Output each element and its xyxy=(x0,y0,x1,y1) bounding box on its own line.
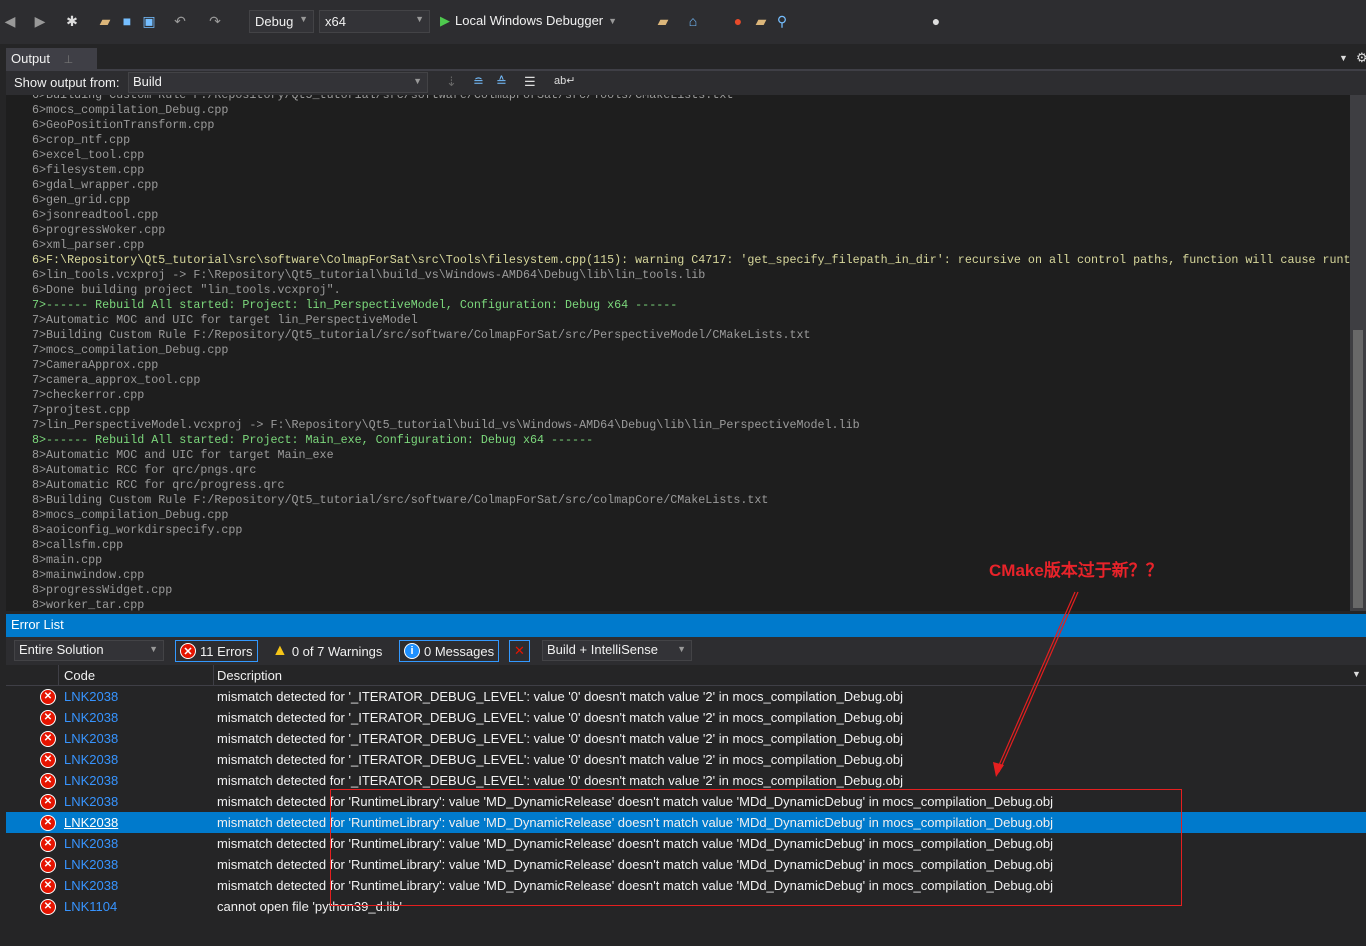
arrow-line xyxy=(998,591,1079,773)
annotation-arrow xyxy=(993,591,1079,777)
arrow-line xyxy=(995,591,1076,773)
